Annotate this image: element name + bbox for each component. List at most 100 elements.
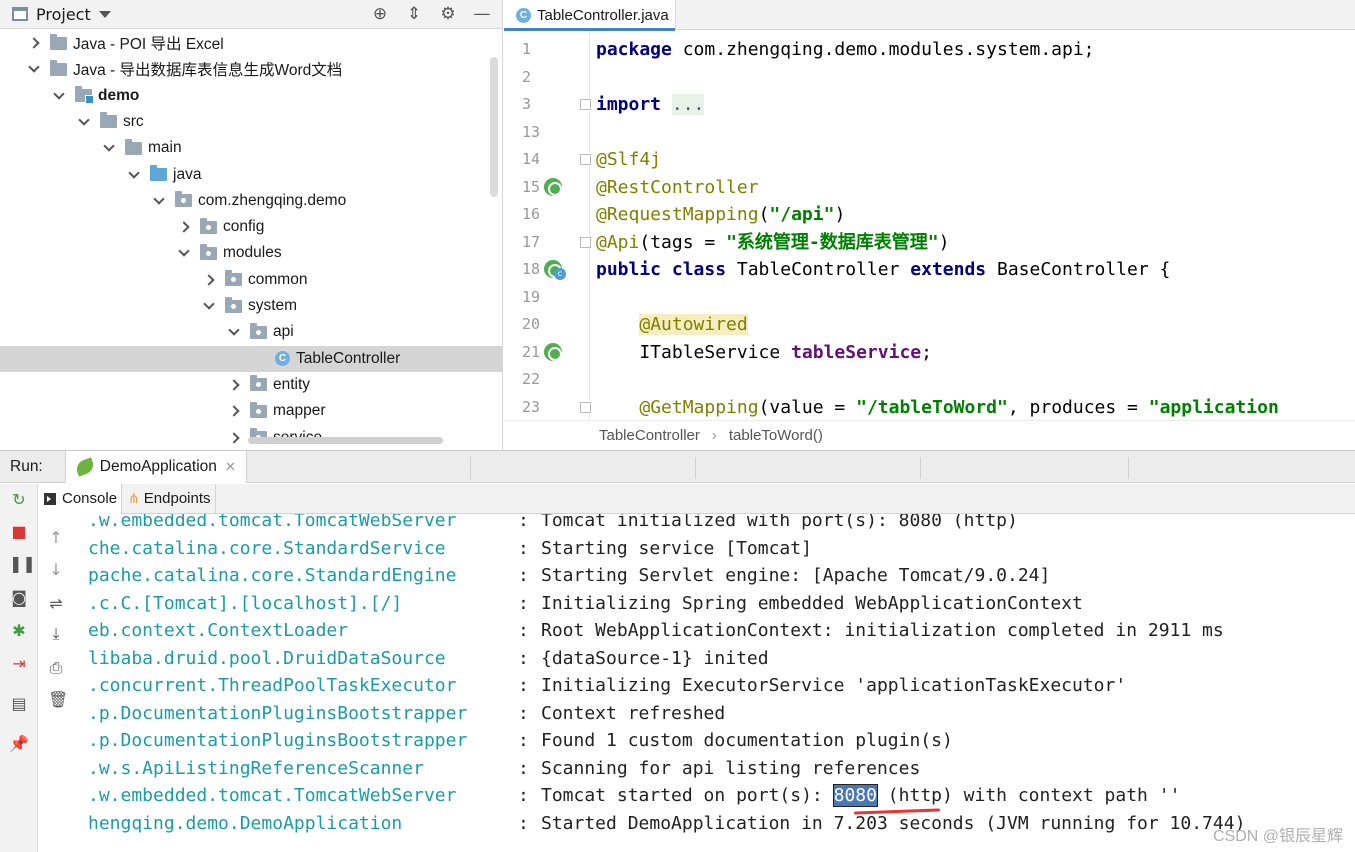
breadcrumb-class[interactable]: TableController xyxy=(599,427,700,444)
spring-bean-icon[interactable] xyxy=(544,177,562,196)
log-logger[interactable]: .p.DocumentationPluginsBootstrapper xyxy=(88,727,467,754)
code-line[interactable]: 17 @Api(tags = "系统管理-数据库表管理") xyxy=(504,229,1355,256)
stop-icon[interactable]: ■ xyxy=(9,522,29,542)
tree-item[interactable]: mapper xyxy=(0,398,502,424)
code-text: package com.zhengqing.demo.modules.syste… xyxy=(596,36,1095,63)
tree-item[interactable]: com.zhengqing.demo xyxy=(0,188,502,214)
log-line: libaba.druid.pool.DruidDataSource: {dataS… xyxy=(74,645,1355,672)
code-line[interactable]: 3 import ... xyxy=(504,91,1355,118)
tree-item[interactable]: src xyxy=(0,109,502,135)
chevron-right-icon[interactable] xyxy=(228,405,240,417)
code-line[interactable]: 1 package com.zhengqing.demo.modules.syst… xyxy=(504,36,1355,63)
log-logger[interactable]: .w.s.ApiListingReferenceScanner xyxy=(88,755,424,782)
fold-marker-icon[interactable] xyxy=(580,236,591,248)
debug-bug-icon[interactable]: ✱ xyxy=(9,621,29,641)
tree-horizontal-scrollbar[interactable] xyxy=(248,437,443,444)
rerun-icon[interactable]: ↻ xyxy=(9,490,29,510)
code-line[interactable]: 20 @Autowired xyxy=(504,311,1355,338)
line-number: 13 xyxy=(522,122,541,141)
collapse-all-icon[interactable]: ⇕ xyxy=(404,4,424,24)
log-logger[interactable]: che.catalina.core.StandardService xyxy=(88,535,446,562)
fold-marker-icon[interactable] xyxy=(580,401,591,413)
chevron-down-icon[interactable] xyxy=(103,142,115,154)
trash-icon[interactable]: 🗑 xyxy=(48,692,68,708)
tree-item[interactable]: C TableController xyxy=(0,345,502,372)
log-logger[interactable]: .c.C.[Tomcat].[localhost].[/] xyxy=(88,590,402,617)
print-icon[interactable]: ⎙ xyxy=(48,660,64,676)
tree-item[interactable]: demo xyxy=(0,83,502,109)
tree-item[interactable]: Java - POI 导出 Excel xyxy=(0,30,502,56)
chevron-down-icon[interactable] xyxy=(203,300,215,312)
code-line[interactable]: 13 xyxy=(504,119,1355,146)
code-line[interactable]: 15 @RestController xyxy=(504,174,1355,201)
log-logger[interactable]: pache.catalina.core.StandardEngine xyxy=(88,562,456,589)
log-logger[interactable]: .p.DocumentationPluginsBootstrapper xyxy=(88,700,467,727)
tab-console[interactable]: Console xyxy=(38,483,123,514)
spring-bean-icon[interactable] xyxy=(544,342,562,361)
chevron-down-icon[interactable] xyxy=(178,247,190,259)
chevron-down-icon[interactable] xyxy=(153,195,165,207)
chevron-down-icon[interactable] xyxy=(28,63,40,75)
locate-icon[interactable]: ⊕ xyxy=(370,4,390,24)
log-logger[interactable]: hengqing.demo.DemoApplication xyxy=(88,810,402,837)
tree-item[interactable]: config xyxy=(0,214,502,240)
tree-item[interactable]: api xyxy=(0,319,502,345)
fold-marker-icon[interactable] xyxy=(580,154,591,165)
pin-icon[interactable]: 📌 xyxy=(9,734,29,754)
fold-marker-icon[interactable] xyxy=(580,99,591,110)
minimize-icon[interactable]: — xyxy=(472,4,492,24)
tab-tablecontroller[interactable]: C TableController.java xyxy=(504,0,676,31)
pause-icon[interactable]: ❚❚ xyxy=(9,554,36,574)
tab-endpoints[interactable]: ⋔ Endpoints xyxy=(122,483,216,514)
chevron-right-icon[interactable] xyxy=(228,379,240,391)
code-line[interactable]: 2 xyxy=(504,64,1355,91)
soft-wrap-icon[interactable]: ⇌ xyxy=(48,596,64,612)
gear-icon[interactable]: ⚙ xyxy=(438,4,458,24)
exit-icon[interactable]: ⇥ xyxy=(9,654,29,674)
selected-port[interactable]: 8080 xyxy=(832,784,878,807)
line-number: 3 xyxy=(522,95,532,113)
log-logger[interactable]: eb.context.ContextLoader xyxy=(88,617,348,644)
code-line[interactable]: 19 xyxy=(504,284,1355,311)
layout-icon[interactable]: ▤ xyxy=(9,694,29,714)
chevron-down-icon[interactable] xyxy=(228,326,240,338)
tree-item[interactable]: modules xyxy=(0,240,502,266)
chevron-down-icon[interactable] xyxy=(128,169,140,181)
chevron-right-icon[interactable] xyxy=(28,37,40,49)
chevron-right-icon[interactable] xyxy=(178,221,190,233)
log-separator: : xyxy=(518,757,529,779)
arrow-up-icon[interactable]: ↑ xyxy=(48,530,64,546)
camera-icon[interactable]: ◙ xyxy=(9,588,29,608)
scroll-to-end-icon[interactable]: ⤓ xyxy=(48,626,64,642)
log-message: Starting Servlet engine: [Apache Tomcat/… xyxy=(541,565,1051,586)
tree-item[interactable]: entity xyxy=(0,372,502,398)
chevron-right-icon[interactable] xyxy=(228,432,240,444)
tree-item[interactable]: main xyxy=(0,135,502,161)
code-line[interactable]: 14 @Slf4j xyxy=(504,146,1355,173)
chevron-right-icon[interactable] xyxy=(203,274,215,286)
code-line[interactable]: 16 @RequestMapping("/api") xyxy=(504,201,1355,228)
log-logger[interactable]: .w.embedded.tomcat.TomcatWebServer xyxy=(88,782,456,809)
code-line[interactable]: 22 xyxy=(504,366,1355,393)
project-title[interactable]: Project xyxy=(36,5,91,24)
tree-item-label: Java - 导出数据库表信息生成Word文档 xyxy=(73,62,343,80)
breadcrumb-method[interactable]: tableToWord() xyxy=(729,427,823,444)
run-tab-demoapplication[interactable]: DemoApplication ✕ xyxy=(64,450,247,483)
caret-down-icon[interactable] xyxy=(98,10,111,18)
log-logger[interactable]: .concurrent.ThreadPoolTaskExecutor xyxy=(88,672,456,699)
code-line[interactable]: 21 ITableService tableService; xyxy=(504,339,1355,366)
log-logger[interactable]: libaba.druid.pool.DruidDataSource xyxy=(88,645,446,672)
console-output[interactable]: .w.embedded.tomcat.TomcatWebServer: Tomca… xyxy=(74,514,1355,852)
code-line[interactable]: 18 public class TableController extends B… xyxy=(504,256,1355,283)
tree-item[interactable]: Java - 导出数据库表信息生成Word文档 xyxy=(0,56,502,82)
close-icon[interactable]: ✕ xyxy=(225,459,236,475)
log-logger[interactable]: .w.embedded.tomcat.TomcatWebServer xyxy=(88,514,456,534)
chevron-down-icon[interactable] xyxy=(78,116,90,128)
code-line[interactable]: 23 @GetMapping(value = "/tableToWord", p… xyxy=(504,394,1355,421)
tree-item[interactable]: java xyxy=(0,162,502,188)
tree-item[interactable]: system xyxy=(0,293,502,319)
tree-item[interactable]: common xyxy=(0,267,502,293)
chevron-down-icon[interactable] xyxy=(53,90,65,102)
arrow-down-icon[interactable]: ↓ xyxy=(48,562,64,578)
tree-vertical-scrollbar[interactable] xyxy=(490,57,498,197)
